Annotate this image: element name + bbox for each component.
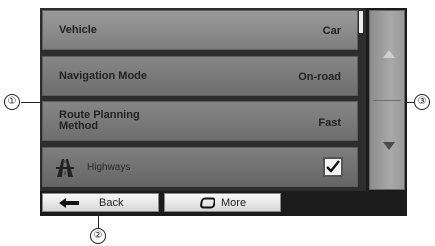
list-item-label: Highways [87,162,131,173]
scroll-down-button[interactable] [383,142,395,150]
list-item-label-line2: Method [59,120,99,132]
callout-3: ③ [414,94,430,110]
rounded-rect-icon [200,197,215,209]
list-item-highways[interactable]: Highways [42,147,358,187]
list-item-navigation-mode[interactable]: Navigation Mode On-road [42,56,358,96]
list-item-label: Vehicle [59,24,97,36]
scroll-divider [373,100,401,101]
list-item-value: Car [322,25,341,37]
list-item-route-planning-method[interactable]: Route Planning Method Fast [42,101,358,141]
highways-checkbox[interactable] [323,157,343,177]
highway-icon [56,159,74,177]
callout-1-leader [21,102,40,103]
more-button[interactable]: More [164,193,281,212]
more-button-label: More [221,197,247,209]
callout-1: ① [4,94,20,110]
list-item-value: Fast [318,117,341,129]
list-item-label: Navigation Mode [59,70,148,82]
list-scroll-indicator [359,11,363,33]
list-item-value: On-road [298,71,341,83]
callout-3-leader [405,102,414,103]
back-button[interactable]: Back [42,193,159,212]
list-item-vehicle[interactable]: Vehicle Car [42,10,358,50]
back-button-label: Back [99,197,124,209]
checkmark-icon [326,160,340,173]
callout-2-leader [98,212,99,228]
callout-2: ② [90,228,106,244]
arrow-left-icon [59,198,79,208]
scroll-up-button[interactable] [383,50,395,58]
